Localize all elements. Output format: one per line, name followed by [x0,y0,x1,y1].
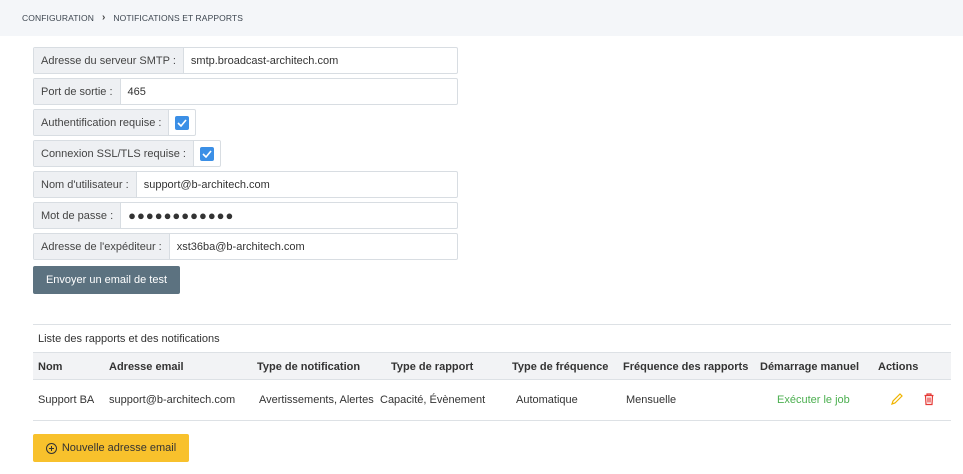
col-report-frequency: Fréquence des rapports [623,361,749,373]
ssl-label: Connexion SSL/TLS requise : [34,141,194,166]
run-job-link[interactable]: Exécuter le job [777,394,850,406]
cell-email: support@b-architech.com [109,394,236,406]
col-manual-start: Démarrage manuel [760,361,860,373]
breadcrumb-bar: CONFIGURATION › NOTIFICATIONS ET RAPPORT… [0,0,963,36]
new-email-address-label: Nouvelle adresse email [61,442,177,454]
auth-field: Authentification requise : [33,109,197,136]
username-input[interactable]: support@b-architech.com [137,172,277,197]
breadcrumb: CONFIGURATION › NOTIFICATIONS ET RAPPORT… [22,12,243,23]
plus-circle-icon [45,442,57,454]
col-email: Adresse email [109,361,184,373]
reports-list-title: Liste des rapports et des notifications [38,333,220,345]
chevron-right-icon: › [101,12,106,23]
smtp-server-field: Adresse du serveur SMTP : smtp.broadcast… [33,47,458,74]
auth-label: Authentification requise : [34,110,170,135]
col-notification-type: Type de notification [257,361,361,373]
new-email-address-button[interactable]: Nouvelle adresse email [33,434,189,462]
smtp-settings-panel: Adresse du serveur SMTP : smtp.broadcast… [22,36,963,474]
checkmark-icon [202,149,212,158]
auth-checkbox[interactable] [175,115,190,130]
reports-list: Liste des rapports et des notifications … [33,324,951,421]
table-row: Support BA support@b-architech.com Avert… [33,380,951,420]
send-test-email-button[interactable]: Envoyer un email de test [33,266,180,294]
sender-field: Adresse de l'expéditeur : xst36ba@b-arch… [33,233,458,260]
sender-input[interactable]: xst36ba@b-architech.com [170,234,312,259]
edit-icon[interactable] [890,392,904,406]
username-label: Nom d'utilisateur : [34,172,137,197]
sender-label: Adresse de l'expéditeur : [34,234,170,259]
password-input[interactable]: ●●●●●●●●●●●● [121,203,241,228]
port-label: Port de sortie : [34,79,121,104]
ssl-field: Connexion SSL/TLS requise : [33,140,221,167]
username-field: Nom d'utilisateur : support@b-architech.… [33,171,458,198]
cell-report-type: Capacité, Évènement [380,394,486,406]
cell-notification-type: Avertissements, Alertes [259,394,374,406]
checkmark-icon [177,118,188,127]
delete-icon[interactable] [922,392,936,406]
smtp-server-label: Adresse du serveur SMTP : [34,48,184,73]
col-report-type: Type de rapport [391,361,474,373]
port-input[interactable]: 465 [121,79,153,104]
cell-report-frequency: Mensuelle [626,394,677,406]
breadcrumb-current: NOTIFICATIONS ET RAPPORTS [113,12,243,23]
breadcrumb-root[interactable]: CONFIGURATION [22,13,94,23]
col-name: Nom [38,361,63,373]
password-label: Mot de passe : [34,203,122,228]
ssl-checkbox[interactable] [199,146,214,161]
password-field: Mot de passe : ●●●●●●●●●●●● [33,202,458,229]
col-actions: Actions [878,361,919,373]
smtp-server-input[interactable]: smtp.broadcast-architech.com [184,48,345,73]
col-frequency-type: Type de fréquence [512,361,609,373]
port-field: Port de sortie : 465 [33,78,458,105]
cell-frequency-type: Automatique [516,394,578,406]
table-header: Nom Adresse email Type de notification T… [33,352,951,380]
cell-name: Support BA [38,394,95,406]
